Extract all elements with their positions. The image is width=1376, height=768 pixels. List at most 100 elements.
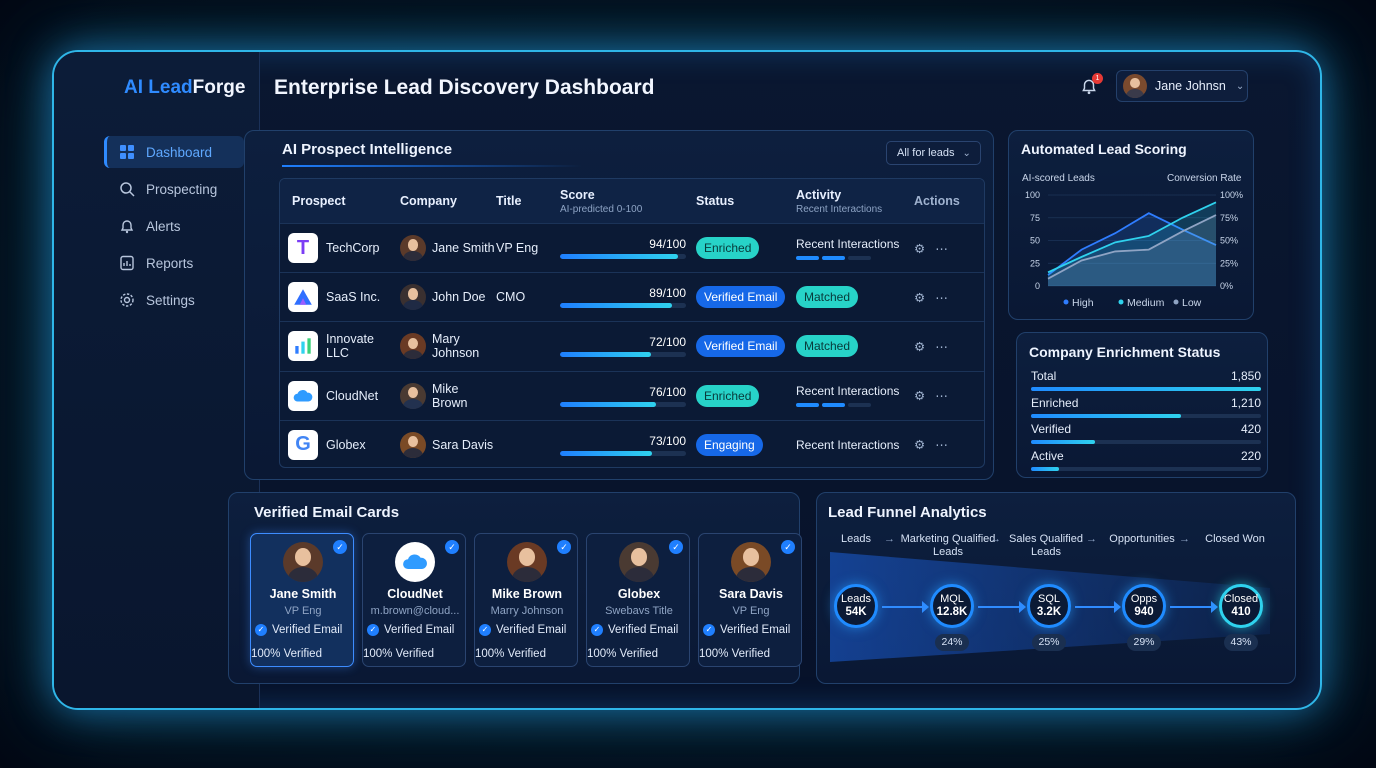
card-verified: ✓ Verified Email [591, 624, 678, 636]
sidebar-item-label: Dashboard [146, 144, 213, 160]
email-card[interactable]: ✓ Jane Smith VP Eng ✓ Verified Email 100% Ver… [250, 533, 354, 667]
settings-icon[interactable]: ⚙ [914, 388, 925, 403]
more-icon[interactable]: ⋯ [935, 241, 948, 256]
email-card[interactable]: ✓ CloudNet m.brown@cloud... ✓ Verified Email… [362, 533, 466, 667]
funnel-node[interactable]: Leads 54K [834, 584, 878, 628]
funnel-node[interactable]: MQL 12.8K [930, 584, 974, 628]
card-verified: ✓ Verified Email [255, 624, 342, 636]
sidebar-item-reports[interactable]: Reports [104, 247, 254, 279]
funnel-node[interactable]: Closed 410 [1219, 584, 1263, 628]
sidebar-item-dashboard[interactable]: Dashboard [104, 136, 244, 168]
col-title[interactable]: Title [496, 194, 560, 208]
card-verified-label: Verified Email [608, 624, 679, 636]
funnel-node[interactable]: SQL 3.2K [1027, 584, 1071, 628]
techcorp-logo: T [288, 233, 318, 264]
sidebar-item-label: Settings [146, 292, 195, 308]
org-name: TechCorp [326, 241, 380, 256]
legend-marker [1063, 299, 1069, 305]
score-bar [560, 401, 686, 407]
email-card[interactable]: ✓ Globex Swebavs Title ✓ Verified Email 100% … [586, 533, 690, 667]
check-icon: ✓ [479, 624, 491, 636]
app-logo[interactable]: AI LeadForge [124, 77, 245, 99]
card-verified-label: Verified Email [720, 624, 791, 636]
sidebar-item-prospecting[interactable]: Prospecting [104, 173, 254, 205]
lead-filter-dropdown[interactable]: All for leads ⌄ [886, 141, 981, 165]
user-menu[interactable]: Jane Johnsn ⌄ [1116, 70, 1248, 102]
settings-icon[interactable]: ⚙ [914, 241, 925, 256]
node-value: 410 [1231, 606, 1251, 618]
arrow-right-icon: → [884, 533, 895, 545]
node-label: Opps [1130, 593, 1158, 605]
person-avatar [400, 235, 426, 262]
card-verified-label: Verified Email [496, 624, 567, 636]
cloud-logo [395, 542, 435, 582]
user-avatar [1123, 74, 1147, 98]
check-icon: ✓ [703, 624, 715, 636]
enrichment-bar [1031, 387, 1261, 391]
score-bar [560, 254, 686, 260]
logo-part-b: Forge [192, 77, 246, 98]
col-company[interactable]: Company [400, 194, 496, 208]
more-icon[interactable]: ⋯ [935, 437, 948, 452]
col-activity[interactable]: Activity Recent Interactions [796, 188, 914, 215]
more-icon[interactable]: ⋯ [935, 339, 948, 354]
settings-icon[interactable]: ⚙ [914, 339, 925, 354]
enrichment-bar [1031, 440, 1261, 444]
sidebar-nav: Dashboard Prospecting Alerts Reports Set… [104, 136, 254, 321]
table-row[interactable]: G Globex Sara Davis 73/100 Engaging Recen… [280, 419, 984, 467]
table-row[interactable]: SaaS Inc. John Doe CMO 89/100 Verified E… [280, 272, 984, 321]
funnel-stage-label: Sales Qualified Leads [1009, 533, 1083, 558]
score-bar [560, 352, 686, 358]
person-avatar [400, 431, 426, 458]
card-verified-pct: 100% Verified [363, 648, 434, 660]
sidebar-item-alerts[interactable]: Alerts [104, 210, 254, 242]
person-name: Mary Johnson [432, 332, 480, 361]
card-verified-pct: 100% Verified [699, 648, 770, 660]
funnel-stage-label: Marketing Qualified Leads [900, 533, 996, 558]
y-tick-label: 50 [1030, 236, 1040, 246]
col-activity-label: Activity [796, 187, 842, 202]
table-row[interactable]: CloudNet Mike Brown 76/100 Enriched Rece… [280, 370, 984, 420]
card-verified-label: Verified Email [384, 624, 455, 636]
y-tick-label: 25 [1030, 258, 1040, 268]
arrow-head-icon [1211, 601, 1218, 613]
arrow-head-icon [1114, 601, 1121, 613]
funnel-node[interactable]: Opps 940 [1122, 584, 1166, 628]
status-badge: Enriched [696, 237, 760, 260]
table-row[interactable]: Innovate LLC Mary Johnson 72/100 Verifie… [280, 321, 984, 370]
status-badge: Enriched [696, 384, 760, 407]
col-status[interactable]: Status [696, 194, 796, 208]
person-avatar [400, 333, 426, 360]
y2-tick-label: 25% [1220, 258, 1238, 268]
gear-icon [118, 291, 136, 309]
person-avatar [731, 542, 771, 582]
enrichment-label: Active [1031, 448, 1064, 463]
more-icon[interactable]: ⋯ [935, 388, 948, 403]
right-axis-label: Conversion Rate [1167, 173, 1242, 184]
sidebar-item-settings[interactable]: Settings [104, 284, 254, 316]
y2-tick-label: 100% [1220, 190, 1243, 200]
settings-icon[interactable]: ⚙ [914, 437, 925, 452]
conversion-badge: 43% [1224, 634, 1258, 651]
email-card[interactable]: ✓ Sara Davis VP Eng ✓ Verified Email 100% Ver… [698, 533, 802, 667]
more-icon[interactable]: ⋯ [935, 290, 948, 305]
node-label: SQL [1037, 593, 1060, 605]
score-bar [560, 450, 686, 456]
col-prospect[interactable]: Prospect [280, 194, 400, 208]
status-badge: Engaging [696, 433, 763, 456]
verified-check-icon: ✓ [557, 540, 571, 554]
innovate-logo [288, 331, 318, 362]
col-score[interactable]: Score AI-predicted 0-100 [560, 188, 696, 215]
legend-label[interactable]: Low [1182, 297, 1202, 309]
left-axis-label: AI-scored Leads [1022, 173, 1095, 184]
search-icon [118, 180, 136, 198]
legend-label[interactable]: Medium [1127, 297, 1165, 309]
settings-icon[interactable]: ⚙ [914, 290, 925, 305]
legend-marker [1173, 299, 1179, 305]
card-verified: ✓ Verified Email [367, 624, 454, 636]
legend-label[interactable]: High [1072, 297, 1094, 309]
email-card[interactable]: ✓ Mike Brown Marry Johnson ✓ Verified Email 1… [474, 533, 578, 667]
table-row[interactable]: T TechCorp Jane Smith VP Eng 94/100 Enric… [280, 223, 984, 272]
prospect-table: Prospect Company Title Score AI-predicted… [279, 178, 985, 468]
cloudnet-logo [288, 380, 318, 411]
